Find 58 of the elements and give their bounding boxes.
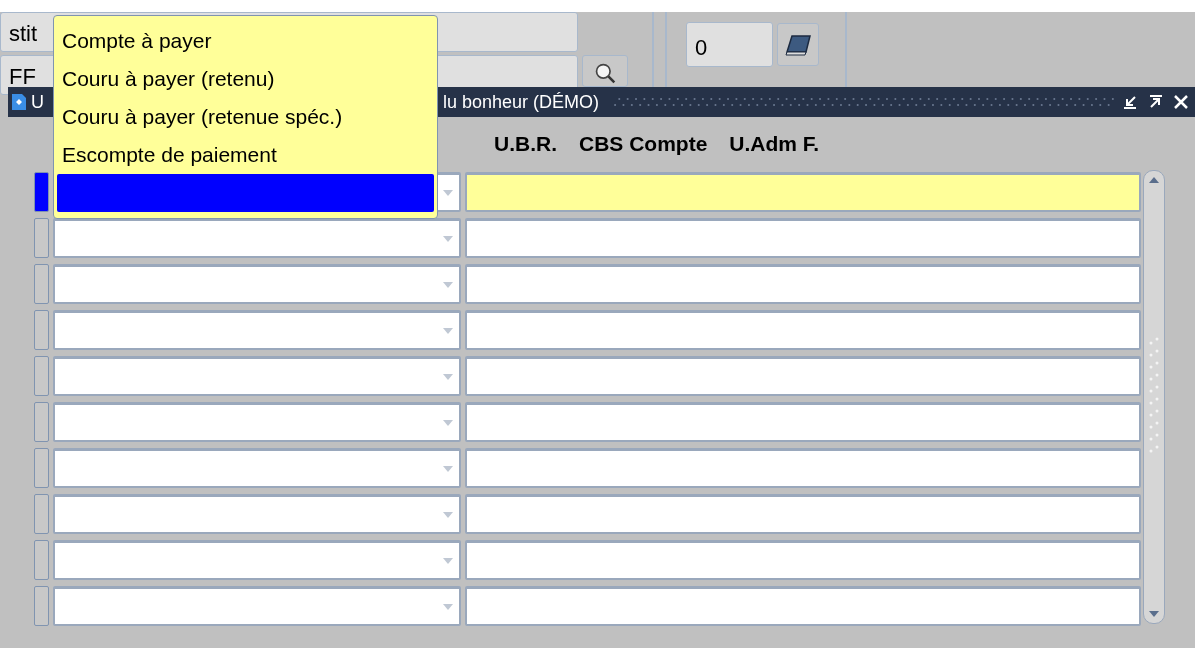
caret-icon — [443, 373, 453, 380]
dropdown-option[interactable]: Couru à payer (retenue spéc.) — [57, 98, 434, 136]
search-icon — [594, 62, 616, 84]
text-field[interactable] — [465, 218, 1141, 258]
counter-field[interactable]: 0 — [686, 22, 773, 67]
caret-icon — [443, 327, 453, 334]
row-indicator[interactable] — [34, 586, 49, 626]
vertical-scrollbar[interactable] — [1143, 170, 1165, 624]
dropdown-option[interactable]: Escompte de paiement — [57, 136, 434, 174]
book-button[interactable] — [777, 23, 819, 66]
dropdown-option[interactable]: Couru à payer (retenu) — [57, 60, 434, 98]
document-icon — [11, 93, 27, 111]
dropdown-field[interactable] — [53, 218, 461, 258]
caret-icon — [443, 189, 453, 196]
dropdown-field[interactable] — [53, 310, 461, 350]
dropdown-option[interactable]: Compte à payer — [57, 22, 434, 60]
row-indicator[interactable] — [34, 540, 49, 580]
search-button[interactable] — [582, 55, 628, 87]
row-indicator[interactable] — [34, 448, 49, 488]
caret-icon — [443, 419, 453, 426]
dropdown-field[interactable] — [53, 448, 461, 488]
dropdown-field[interactable] — [53, 264, 461, 304]
row-indicator[interactable] — [34, 264, 49, 304]
column-header: U.B.R. — [494, 130, 557, 157]
text-field[interactable] — [465, 172, 1141, 212]
text-field[interactable] — [465, 310, 1141, 350]
row-indicator[interactable] — [34, 218, 49, 258]
row-indicator[interactable] — [34, 356, 49, 396]
text-field[interactable] — [465, 448, 1141, 488]
dropdown-field[interactable] — [53, 402, 461, 442]
dropdown-field[interactable] — [53, 356, 461, 396]
column-header: CBS Compte — [579, 130, 708, 157]
close-icon — [1174, 95, 1188, 109]
caret-icon — [443, 281, 453, 288]
caret-icon — [443, 511, 453, 518]
text-field[interactable] — [465, 494, 1141, 534]
row-indicator[interactable] — [34, 494, 49, 534]
minimize-icon — [1122, 94, 1138, 110]
text-field[interactable] — [465, 264, 1141, 304]
row-indicator[interactable] — [34, 402, 49, 442]
row-indicator[interactable] — [34, 310, 49, 350]
column-header: U.Adm F. — [729, 130, 820, 157]
dropdown-field[interactable] — [53, 586, 461, 626]
text-field[interactable] — [465, 402, 1141, 442]
row-indicator[interactable] — [34, 172, 49, 212]
caret-icon — [443, 465, 453, 472]
caret-icon — [443, 603, 453, 610]
maximize-icon — [1148, 94, 1164, 110]
text-field[interactable] — [465, 356, 1141, 396]
caret-icon — [443, 557, 453, 564]
text-field[interactable] — [465, 540, 1141, 580]
window-title: lu bonheur (DÉMO) — [443, 90, 600, 114]
dropdown-field[interactable] — [53, 540, 461, 580]
dropdown-field[interactable] — [53, 494, 461, 534]
window-title: U — [31, 90, 45, 114]
text-field[interactable] — [465, 586, 1141, 626]
caret-icon — [443, 235, 453, 242]
book-icon — [784, 33, 812, 56]
